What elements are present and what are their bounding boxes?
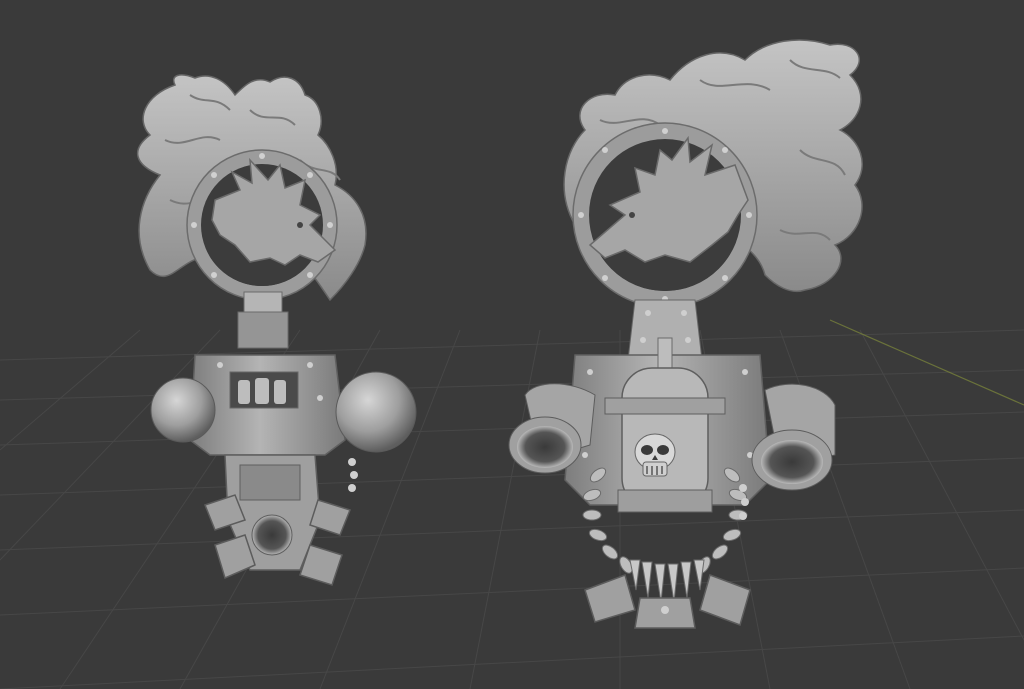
exhaust-ball-left-a [150,377,216,443]
3d-viewport[interactable] [0,0,1024,689]
floor-grid [0,329,1024,689]
backpack-left[interactable] [136,74,417,586]
exhaust-ball-left-b [335,371,417,453]
tooth-pendant [629,559,705,603]
backpack-right[interactable] [508,39,863,629]
